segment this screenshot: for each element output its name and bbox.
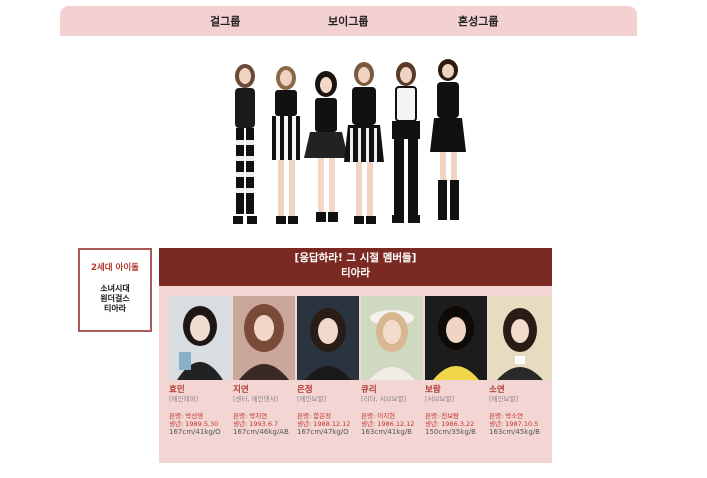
member-card: 소연 [메인보컬] 본명: 박소연 생년: 1987.10.5 163cm/45… bbox=[489, 296, 551, 436]
member-realname: 본명: 함은정 bbox=[297, 412, 332, 420]
member-role: [메인보컬] bbox=[489, 395, 518, 403]
nav-item-mixed-group[interactable]: 혼성그룹 bbox=[458, 13, 498, 29]
member-name: 보람 bbox=[425, 385, 441, 395]
member-realname: 본명: 박지연 bbox=[233, 412, 268, 420]
member-photo bbox=[233, 296, 295, 380]
member-card: 효민 [메인래퍼] 본명: 박선영 생년: 1989.5.30 167cm/41… bbox=[169, 296, 231, 436]
member-birth: 생년: 1986.3.22 bbox=[425, 420, 475, 428]
member-body: 163cm/45kg/B bbox=[489, 428, 540, 436]
member-name: 효민 bbox=[169, 385, 185, 395]
member-realname: 본명: 박소연 bbox=[489, 412, 524, 420]
member-name: 큐리 bbox=[361, 385, 377, 395]
group-card: [응답하라! 그 시절 멤버들] 티아라 효민 [메인래퍼] 본명: 박선영 생… bbox=[159, 248, 552, 463]
member-body: 167cm/47kg/O bbox=[297, 428, 349, 436]
member-photo bbox=[361, 296, 423, 380]
member-card: 지연 [센터, 메인댄서] 본명: 박지연 생년: 1993.6.7 167cm… bbox=[233, 296, 295, 436]
member-role: [메인보컬] bbox=[297, 395, 326, 403]
member-body: 167cm/41kg/O bbox=[169, 428, 221, 436]
member-realname: 본명: 이지현 bbox=[361, 412, 396, 420]
member-name: 지연 bbox=[233, 385, 249, 395]
member-realname: 본명: 박선영 bbox=[169, 412, 204, 420]
member-birth: 생년: 1989.5.30 bbox=[169, 420, 219, 428]
member-role: [서브보컬] bbox=[425, 395, 454, 403]
member-photo bbox=[489, 296, 551, 380]
group-photo bbox=[192, 44, 518, 234]
card-header: [응답하라! 그 시절 멤버들] 티아라 bbox=[159, 248, 552, 286]
member-body: 163cm/41kg/B bbox=[361, 428, 412, 436]
member-info: 본명: 박선영 생년: 1989.5.30 167cm/41kg/O bbox=[169, 412, 231, 436]
sidebar-link-snsd[interactable]: 소녀시대 bbox=[80, 284, 150, 294]
member-info: 본명: 전보람 생년: 1986.3.22 150cm/35kg/B bbox=[425, 412, 487, 436]
member-card: 보람 [서브보컬] 본명: 전보람 생년: 1986.3.22 150cm/35… bbox=[425, 296, 487, 436]
member-card: 은정 [메인보컬] 본명: 함은정 생년: 1988.12.12 167cm/4… bbox=[297, 296, 359, 436]
member-info: 본명: 이지현 생년: 1986.12.12 163cm/41kg/B bbox=[361, 412, 423, 436]
member-body: 167cm/46kg/AB bbox=[233, 428, 289, 436]
top-nav: 걸그룹 보이그룹 혼성그룹 bbox=[60, 6, 637, 36]
member-body: 150cm/35kg/B bbox=[425, 428, 476, 436]
member-birth: 생년: 1993.6.7 bbox=[233, 420, 279, 428]
member-birth: 생년: 1986.12.12 bbox=[361, 420, 415, 428]
member-birth: 생년: 1987.10.5 bbox=[489, 420, 539, 428]
member-photo bbox=[169, 296, 231, 380]
member-photo bbox=[297, 296, 359, 380]
sidebar-link-wondergirls[interactable]: 원더걸스 bbox=[80, 294, 150, 304]
card-group-name: 티아라 bbox=[341, 267, 370, 279]
member-role: [리더, 서브보컬] bbox=[361, 395, 407, 403]
member-name: 은정 bbox=[297, 385, 313, 395]
nav-item-boy-group[interactable]: 보이그룹 bbox=[328, 13, 368, 29]
sidebar-group-list: 소녀시대 원더걸스 티아라 bbox=[80, 284, 150, 314]
sidebar-title: 2세대 아이돌 bbox=[91, 263, 139, 273]
member-realname: 본명: 전보람 bbox=[425, 412, 460, 420]
member-birth: 생년: 1988.12.12 bbox=[297, 420, 351, 428]
sidebar-generation-box: 2세대 아이돌 소녀시대 원더걸스 티아라 bbox=[78, 248, 152, 332]
member-info: 본명: 박지연 생년: 1993.6.7 167cm/46kg/AB bbox=[233, 412, 295, 436]
nav-item-girl-group[interactable]: 걸그룹 bbox=[210, 13, 240, 29]
sidebar-link-tiara[interactable]: 티아라 bbox=[80, 304, 150, 314]
member-photo bbox=[425, 296, 487, 380]
member-role: [센터, 메인댄서] bbox=[233, 395, 279, 403]
member-info: 본명: 박소연 생년: 1987.10.5 163cm/45kg/B bbox=[489, 412, 551, 436]
member-role: [메인래퍼] bbox=[169, 395, 198, 403]
member-info: 본명: 함은정 생년: 1988.12.12 167cm/47kg/O bbox=[297, 412, 359, 436]
member-name: 소연 bbox=[489, 385, 505, 395]
member-card: 큐리 [리더, 서브보컬] 본명: 이지현 생년: 1986.12.12 163… bbox=[361, 296, 423, 436]
card-subtitle: [응답하라! 그 시절 멤버들] bbox=[294, 252, 417, 264]
